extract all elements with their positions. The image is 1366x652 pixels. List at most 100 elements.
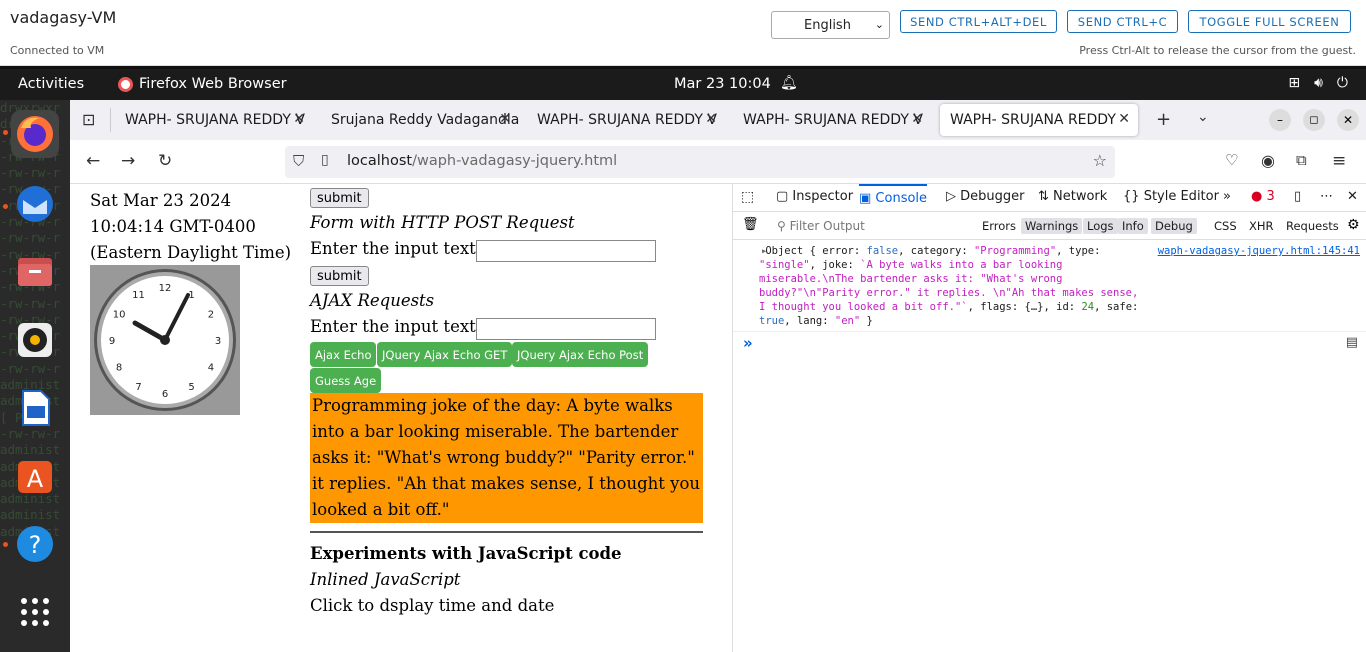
tab-5-active[interactable]: WAPH- SRUJANA REDDY V ✕ (940, 104, 1138, 136)
tab-label: Inspector (792, 189, 854, 204)
forward-icon[interactable]: → (121, 151, 135, 171)
close-window-icon[interactable]: ✕ (1337, 109, 1359, 131)
chevron-down-icon: ⌄ (874, 18, 884, 31)
log-flags: {…} (1024, 301, 1044, 313)
log-safe: true (759, 315, 785, 327)
help-icon[interactable]: ? (11, 520, 59, 568)
back-icon[interactable]: ← (86, 151, 100, 171)
tab-1[interactable]: WAPH- SRUJANA REDDY V ✕ (115, 104, 313, 136)
bookmark-star-icon[interactable]: ☆ (1093, 151, 1107, 170)
account-icon[interactable]: ◉ (1261, 151, 1275, 170)
toggle-full-screen-button[interactable]: TOGGLE FULL SCREEN (1188, 10, 1351, 33)
tab-title: WAPH- SRUJANA REDDY V (950, 112, 1130, 128)
clock-numeral: 2 (208, 310, 214, 321)
clock-numeral: 11 (132, 290, 145, 301)
send-ctrl-c-button[interactable]: SEND CTRL+C (1067, 10, 1178, 33)
files-icon[interactable] (11, 248, 59, 296)
url-path: /waph-vadagasy-jquery.html (412, 153, 618, 169)
reload-icon[interactable]: ↻ (158, 151, 172, 171)
console-log-entry[interactable]: ▸ Object { error: false, category: "Prog… (733, 240, 1366, 332)
app-menu[interactable]: Firefox Web Browser (118, 76, 287, 92)
tab-console[interactable]: ▣ Console (859, 184, 928, 212)
jquery-ajax-echo-post-button[interactable]: JQuery Ajax Echo Post (512, 342, 649, 367)
filter-requests[interactable]: Requests (1282, 218, 1343, 234)
date-display: Sat Mar 23 2024 10:04:14 GMT-0400 (Easte… (90, 191, 292, 262)
console-prompt[interactable]: » (743, 334, 753, 352)
divider (110, 108, 111, 132)
firefox-view-icon[interactable]: ⊡ (82, 110, 95, 129)
system-tray[interactable]: ⊞ 🔊︎ ⏻ (1288, 75, 1348, 91)
send-ctrl-alt-del-button[interactable]: SEND CTRL+ALT+DEL (900, 10, 1057, 33)
clock-numeral: 8 (116, 363, 122, 374)
filter-info[interactable]: Info (1118, 218, 1148, 234)
dock: drwxrwxr drwxrwxr -rw-rw-r -rw-rw-r -rw-… (0, 100, 70, 652)
tab-2[interactable]: Srujana Reddy Vadagandla ✕ (321, 104, 519, 136)
writer-icon[interactable] (11, 384, 59, 432)
page-icon[interactable]: ▯ (321, 152, 329, 168)
pocket-icon[interactable]: ♡ (1225, 151, 1238, 169)
input-label: Enter the input text (310, 317, 476, 336)
close-icon[interactable]: ✕ (499, 111, 511, 127)
gear-icon[interactable]: ⚙ (1347, 217, 1360, 233)
clock-numeral: 3 (215, 336, 221, 347)
minimize-icon[interactable]: – (1269, 109, 1291, 131)
nav-bar: ← → ↻ ⛉ ▯ localhost/waph-vadagasy-jquery… (70, 140, 1366, 184)
close-icon[interactable]: ✕ (293, 111, 305, 127)
filter-input[interactable]: ⚲ Filter Output (777, 219, 865, 233)
tab-title: WAPH- SRUJANA REDDY V (537, 112, 717, 128)
tab-3[interactable]: WAPH- SRUJANA REDDY V ✕ (527, 104, 725, 136)
more-tabs-icon[interactable]: » (1223, 189, 1231, 204)
ajax-text-input[interactable] (476, 318, 656, 340)
close-icon[interactable]: ✕ (1118, 111, 1130, 127)
tab-network[interactable]: ⇅ Network (1038, 189, 1107, 204)
filter-errors[interactable]: Errors (978, 218, 1020, 234)
activities-button[interactable]: Activities (18, 76, 84, 92)
clock[interactable]: Mar 23 10:04 (674, 76, 771, 92)
dock-side-icon[interactable]: ▯ (1294, 189, 1301, 204)
restore-icon[interactable]: ◻ (1303, 109, 1325, 131)
tab-debugger[interactable]: ▷ Debugger (946, 189, 1025, 204)
close-icon[interactable]: ✕ (911, 111, 923, 127)
error-count-badge[interactable]: ● 3 (1251, 189, 1275, 204)
click-date-text[interactable]: Click to dsplay time and date (310, 596, 554, 615)
more-options-icon[interactable]: ⋯ (1320, 189, 1333, 204)
picker-icon[interactable]: ⬚ (741, 189, 754, 205)
tab-4[interactable]: WAPH- SRUJANA REDDY V ✕ (733, 104, 931, 136)
rhythmbox-icon[interactable] (11, 316, 59, 364)
menu-icon[interactable]: ≡ (1332, 151, 1346, 171)
inline-js-heading: Inlined JavaScript (310, 570, 461, 589)
close-icon[interactable]: ✕ (1347, 189, 1358, 204)
release-hint: Press Ctrl-Alt to release the cursor fro… (1079, 44, 1356, 57)
tab-title: WAPH- SRUJANA REDDY V (125, 112, 305, 128)
chevron-down-icon[interactable]: ⌄ (1197, 109, 1209, 125)
new-tab-icon[interactable]: + (1156, 109, 1171, 130)
post-text-input[interactable] (476, 240, 656, 262)
filter-xhr[interactable]: XHR (1245, 218, 1278, 234)
editor-mode-icon[interactable]: ▤ (1346, 335, 1358, 350)
jquery-ajax-echo-get-button[interactable]: JQuery Ajax Echo GET (377, 342, 513, 367)
language-select[interactable]: English ⌄ (771, 11, 890, 39)
app-center-icon[interactable]: A (11, 452, 59, 500)
tab-label: Style Editor (1143, 189, 1219, 204)
url-bar[interactable]: ⛉ ▯ localhost/waph-vadagasy-jquery.html … (285, 146, 1115, 178)
ajax-heading: AJAX Requests (310, 291, 435, 310)
filter-debug[interactable]: Debug (1151, 218, 1197, 234)
filter-css[interactable]: CSS (1210, 218, 1241, 234)
log-source-link[interactable]: waph-vadagasy-jquery.html:145:41 (1158, 244, 1360, 258)
tab-style-editor[interactable]: {} Style Editor (1123, 189, 1219, 204)
apps-grid-icon[interactable] (11, 588, 59, 636)
submit-post-button[interactable]: submit (310, 266, 369, 286)
ajax-echo-button[interactable]: Ajax Echo (310, 342, 377, 367)
extensions-icon[interactable]: ⧉ (1296, 151, 1307, 169)
tab-inspector[interactable]: ▢ Inspector (776, 189, 853, 204)
thunderbird-icon[interactable] (11, 180, 59, 228)
filter-logs[interactable]: Logs (1083, 218, 1118, 234)
shield-icon[interactable]: ⛉ (293, 152, 304, 170)
guess-age-button[interactable]: Guess Age (310, 368, 382, 393)
submit-button[interactable]: submit (310, 188, 369, 208)
trash-icon[interactable]: 🗑︎ (742, 217, 759, 232)
filter-warnings[interactable]: Warnings (1021, 218, 1083, 234)
app-menu-label: Firefox Web Browser (139, 76, 287, 92)
firefox-icon[interactable] (11, 110, 59, 158)
close-icon[interactable]: ✕ (705, 111, 717, 127)
